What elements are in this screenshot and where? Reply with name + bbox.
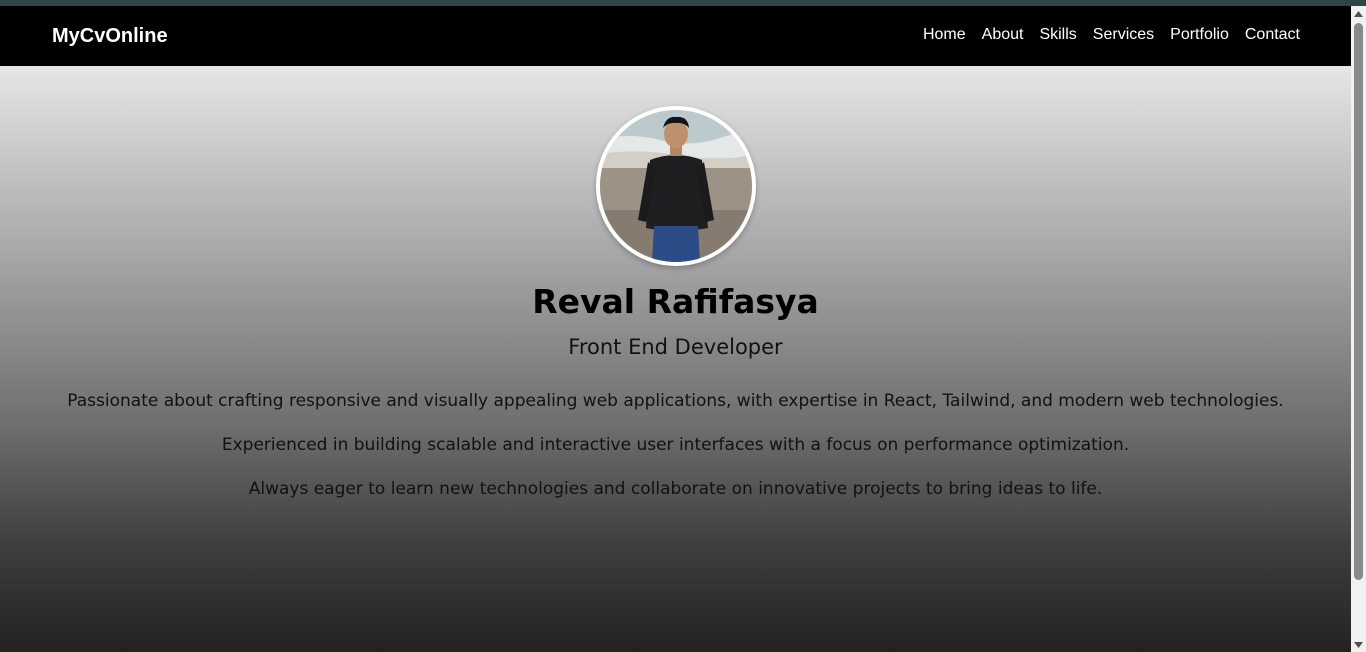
profile-role: Front End Developer — [568, 335, 783, 359]
page-viewport: MyCvOnline Home About Skills Services Po… — [0, 6, 1351, 652]
nav-link-about[interactable]: About — [982, 25, 1024, 45]
scroll-down-arrow-icon[interactable] — [1351, 637, 1366, 652]
nav-link-services[interactable]: Services — [1093, 25, 1154, 45]
scroll-up-arrow-icon[interactable] — [1351, 6, 1366, 21]
profile-photo — [596, 106, 756, 266]
nav-link-contact[interactable]: Contact — [1245, 25, 1300, 45]
bio-paragraph: Always eager to learn new technologies a… — [248, 479, 1103, 499]
nav-link-skills[interactable]: Skills — [1039, 25, 1076, 45]
bio-paragraph: Passionate about crafting responsive and… — [67, 391, 1284, 411]
nav-links: Home About Skills Services Portfolio Con… — [923, 25, 1300, 45]
bio-paragraph: Experienced in building scalable and int… — [221, 435, 1130, 455]
profile-name: Reval Rafifasya — [532, 282, 819, 321]
profile-photo-illustration — [600, 110, 752, 262]
scrollbar-thumb[interactable] — [1354, 23, 1363, 580]
nav-link-home[interactable]: Home — [923, 25, 966, 45]
navbar: MyCvOnline Home About Skills Services Po… — [0, 6, 1351, 66]
brand-logo[interactable]: MyCvOnline — [52, 24, 168, 48]
vertical-scrollbar[interactable] — [1351, 6, 1366, 652]
nav-link-portfolio[interactable]: Portfolio — [1170, 25, 1229, 45]
